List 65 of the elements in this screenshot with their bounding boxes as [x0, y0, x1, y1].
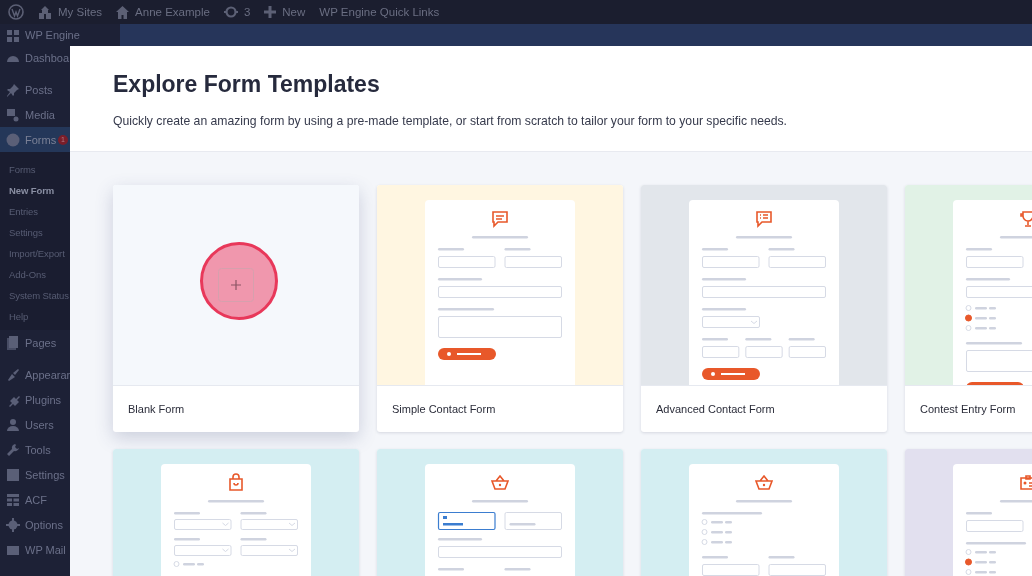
refresh-icon[interactable]: [223, 5, 238, 19]
toolbar-link[interactable]: My Sites: [58, 6, 103, 18]
template-title: Simple Contact Form: [392, 403, 496, 415]
grid-icon: [6, 29, 20, 43]
template-card[interactable]: Blank Form: [113, 185, 359, 432]
menu-item[interactable]: WP Engine: [0, 24, 80, 45]
menu-item[interactable]: Users: [0, 412, 70, 437]
toolbar-link[interactable]: Anne Example: [135, 6, 210, 18]
submenu-item[interactable]: Help: [0, 306, 70, 327]
toolbar-link[interactable]: WP Engine Quick Links: [319, 6, 440, 18]
menu-label: Appearar: [25, 368, 71, 381]
menu-label: Plugins: [25, 393, 62, 406]
modal-description: Quickly create an amazing form by using a pre-made template, or start from scratch to tailor your form to your specific needs.: [113, 114, 788, 128]
template-title: Advanced Contact Form: [656, 403, 775, 415]
submenu-item[interactable]: Entries: [0, 201, 70, 222]
menu-item[interactable]: Pages: [0, 330, 70, 355]
toolbar-link[interactable]: New: [282, 6, 306, 18]
brush-icon: [6, 367, 20, 382]
template-title: Blank Form: [128, 403, 185, 415]
buildings-icon[interactable]: [38, 5, 52, 19]
menu-label: Media: [25, 108, 55, 121]
submenu-item[interactable]: Forms: [0, 159, 70, 180]
template-card[interactable]: Contest Entry Form: [905, 185, 1032, 432]
media-icon: [6, 107, 20, 122]
menu-label: WP Engine: [25, 29, 80, 41]
menu-label: Settings: [25, 468, 65, 481]
table-icon: [6, 492, 20, 507]
template-card[interactable]: Advanced Contact Form: [641, 185, 887, 432]
menu-item[interactable]: Options: [0, 512, 70, 537]
user-icon: [6, 417, 20, 432]
home-icon[interactable]: [116, 5, 130, 19]
menu-label: ACF: [25, 493, 47, 506]
menu-item[interactable]: Appearar: [0, 362, 71, 387]
gear-icon: [6, 517, 20, 532]
menu-label: Users: [25, 418, 54, 431]
menu-item[interactable]: Dashboa: [0, 45, 70, 70]
template-title: Contest Entry Form: [920, 403, 1016, 415]
submenu-item[interactable]: System Status: [0, 285, 70, 306]
add-icon[interactable]: [218, 268, 254, 302]
template-card[interactable]: Simple Contact Form: [377, 185, 623, 432]
submenu-item[interactable]: New Form: [0, 180, 70, 201]
pin-icon: [6, 82, 20, 97]
menu-item[interactable]: ACF: [0, 487, 70, 512]
menu-item[interactable]: Tools: [0, 437, 70, 462]
submenu-item[interactable]: Import/Export: [0, 243, 70, 264]
menu-item[interactable]: Media: [0, 102, 70, 127]
menu-label: Pages: [25, 336, 57, 349]
menu-label: WP Mail: [25, 543, 66, 556]
submenu-item[interactable]: Add-Ons: [0, 264, 70, 285]
menu-item[interactable]: Posts: [0, 77, 70, 102]
wrench-icon: [6, 442, 20, 457]
menu-label: Forms: [25, 133, 57, 146]
menu-item[interactable]: Settings: [0, 462, 70, 487]
menu-item[interactable]: WP Mail: [0, 537, 70, 562]
toolbar-link[interactable]: 3: [243, 6, 251, 18]
plus-icon[interactable]: [264, 6, 277, 18]
menu-item[interactable]: Plugins: [0, 387, 70, 412]
modal-title: Explore Form Templates: [113, 71, 381, 98]
menu-label: Tools: [25, 443, 51, 456]
pages-icon: [6, 335, 20, 350]
menu-label: Posts: [25, 83, 53, 96]
submenu-item[interactable]: Settings: [0, 222, 70, 243]
wp-logo-icon[interactable]: [8, 4, 24, 20]
menu-label: Dashboa: [25, 51, 70, 64]
menu-label: Options: [25, 518, 63, 531]
